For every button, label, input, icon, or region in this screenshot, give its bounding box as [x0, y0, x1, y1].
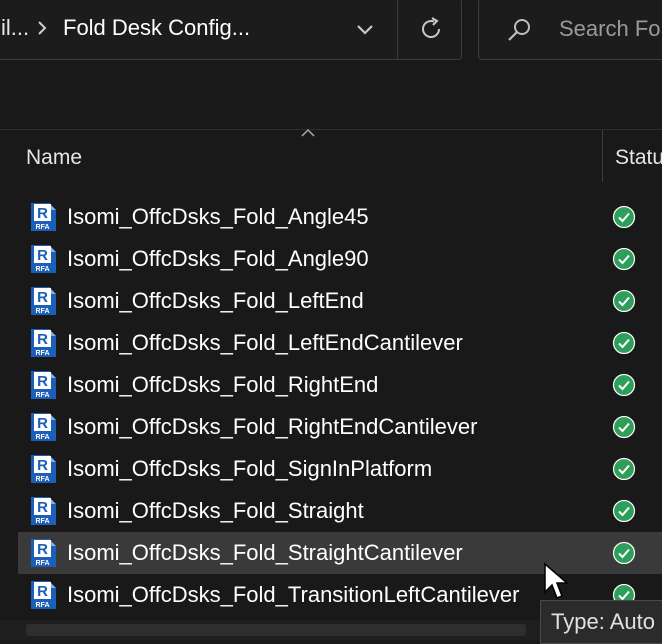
svg-text:R: R	[37, 541, 48, 558]
mouse-pointer-icon	[544, 562, 569, 599]
file-name[interactable]: Isomi_OffcDsks_Fold_Angle90	[67, 246, 369, 272]
sync-complete-icon	[612, 499, 636, 523]
search-input[interactable]: Search Fo	[559, 16, 661, 42]
revit-family-icon: R RFA	[31, 455, 56, 483]
svg-text:RFA: RFA	[36, 602, 50, 609]
sync-complete-icon	[612, 247, 636, 271]
column-divider[interactable]	[602, 130, 603, 182]
svg-text:RFA: RFA	[36, 518, 50, 525]
column-header-name[interactable]: Name	[26, 146, 82, 170]
breadcrumb-parent[interactable]: il...	[1, 15, 29, 41]
svg-text:RFA: RFA	[36, 434, 50, 441]
refresh-icon[interactable]	[417, 15, 445, 43]
revit-family-icon: R RFA	[31, 539, 56, 567]
revit-family-icon: R RFA	[31, 371, 56, 399]
sync-complete-icon	[612, 541, 636, 565]
address-divider	[397, 0, 398, 59]
file-row[interactable]: R RFA Isomi_OffcDsks_Fold_Angle45	[0, 196, 662, 238]
revit-family-icon: R RFA	[31, 497, 56, 525]
svg-text:RFA: RFA	[36, 560, 50, 567]
sync-complete-icon	[612, 457, 636, 481]
svg-text:RFA: RFA	[36, 224, 50, 231]
sort-ascending-icon	[301, 128, 315, 137]
chevron-down-icon[interactable]	[353, 19, 377, 39]
sync-complete-icon	[612, 415, 636, 439]
svg-text:RFA: RFA	[36, 476, 50, 483]
svg-text:R: R	[37, 457, 48, 474]
svg-text:RFA: RFA	[36, 266, 50, 273]
column-header-status[interactable]: Statu	[615, 146, 662, 170]
tooltip-text: Type: Auto	[551, 609, 655, 634]
svg-text:R: R	[37, 205, 48, 222]
file-row[interactable]: R RFA Isomi_OffcDsks_Fold_LeftEnd	[0, 280, 662, 322]
revit-family-icon: R RFA	[31, 245, 56, 273]
file-name[interactable]: Isomi_OffcDsks_Fold_LeftEnd	[67, 288, 364, 314]
horizontal-scrollbar[interactable]	[0, 620, 540, 640]
scrollbar-thumb[interactable]	[26, 624, 526, 636]
file-name[interactable]: Isomi_OffcDsks_Fold_LeftEndCantilever	[67, 330, 463, 356]
file-row[interactable]: R RFA Isomi_OffcDsks_Fold_Straight	[0, 490, 662, 532]
file-row[interactable]: R RFA Isomi_OffcDsks_Fold_SignInPlatform	[0, 448, 662, 490]
breadcrumb-current[interactable]: Fold Desk Config...	[63, 15, 250, 41]
search-box[interactable]: Search Fo	[478, 0, 662, 60]
file-name[interactable]: Isomi_OffcDsks_Fold_RightEnd	[67, 372, 378, 398]
file-name[interactable]: Isomi_OffcDsks_Fold_Straight	[67, 498, 364, 524]
revit-family-icon: R RFA	[31, 329, 56, 357]
revit-family-icon: R RFA	[31, 203, 56, 231]
tooltip: Type: Auto	[540, 600, 662, 644]
navigation-bar: il... Fold Desk Config... Search Fo	[0, 0, 662, 68]
sync-complete-icon	[612, 289, 636, 313]
file-name[interactable]: Isomi_OffcDsks_Fold_Angle45	[67, 204, 369, 230]
file-name[interactable]: Isomi_OffcDsks_Fold_StraightCantilever	[67, 540, 463, 566]
file-row[interactable]: R RFA Isomi_OffcDsks_Fold_LeftEndCantile…	[0, 322, 662, 364]
svg-text:RFA: RFA	[36, 308, 50, 315]
file-name[interactable]: Isomi_OffcDsks_Fold_SignInPlatform	[67, 456, 432, 482]
address-bar[interactable]: il... Fold Desk Config...	[0, 0, 462, 60]
svg-text:R: R	[37, 331, 48, 348]
file-name[interactable]: Isomi_OffcDsks_Fold_TransitionLeftCantil…	[67, 582, 519, 608]
svg-text:R: R	[37, 289, 48, 306]
breadcrumb-chevron-right-icon	[38, 21, 47, 35]
revit-family-icon: R RFA	[31, 413, 56, 441]
search-icon	[508, 19, 530, 41]
svg-text:RFA: RFA	[36, 392, 50, 399]
header-separator	[0, 129, 662, 130]
svg-text:R: R	[37, 415, 48, 432]
sync-complete-icon	[612, 205, 636, 229]
svg-text:R: R	[37, 583, 48, 600]
file-row[interactable]: R RFA Isomi_OffcDsks_Fold_Angle90	[0, 238, 662, 280]
file-row[interactable]: R RFA Isomi_OffcDsks_Fold_RightEndCantil…	[0, 406, 662, 448]
svg-text:R: R	[37, 499, 48, 516]
svg-text:R: R	[37, 373, 48, 390]
revit-family-icon: R RFA	[31, 287, 56, 315]
sync-complete-icon	[612, 373, 636, 397]
file-name[interactable]: Isomi_OffcDsks_Fold_RightEndCantilever	[67, 414, 477, 440]
sync-complete-icon	[612, 331, 636, 355]
svg-text:RFA: RFA	[36, 350, 50, 357]
revit-family-icon: R RFA	[31, 581, 56, 609]
svg-text:R: R	[37, 247, 48, 264]
file-row[interactable]: R RFA Isomi_OffcDsks_Fold_RightEnd	[0, 364, 662, 406]
